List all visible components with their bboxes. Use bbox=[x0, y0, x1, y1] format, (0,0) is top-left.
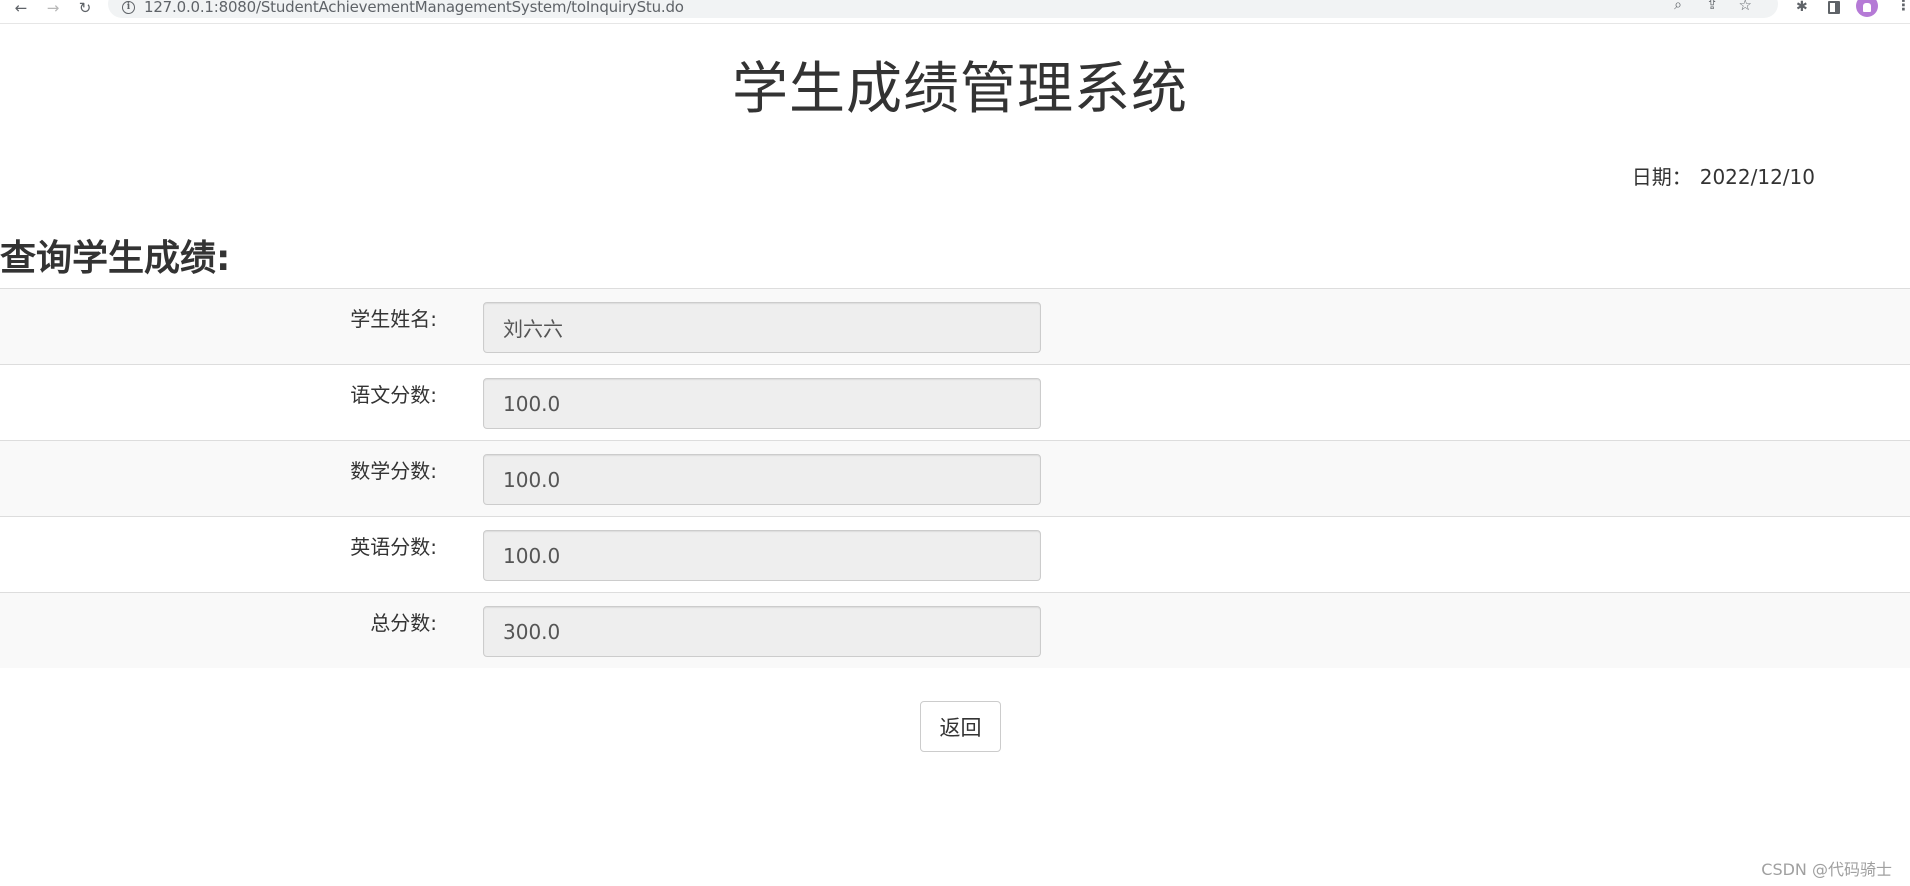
info-icon[interactable]: i bbox=[122, 1, 135, 14]
profile-avatar[interactable] bbox=[1856, 0, 1878, 17]
student-name-label: 学生姓名: bbox=[350, 307, 437, 331]
english-score-field[interactable] bbox=[483, 530, 1041, 581]
star-icon[interactable]: ☆ bbox=[1739, 0, 1752, 13]
page-title: 学生成绩管理系统 bbox=[732, 57, 1188, 122]
math-score-field[interactable] bbox=[483, 454, 1041, 505]
total-score-field[interactable] bbox=[483, 606, 1041, 657]
date-display: 日期： 2022/12/10 bbox=[1632, 161, 1815, 190]
form-row-total-score: 总分数: bbox=[0, 592, 1910, 668]
menu-icon[interactable]: ⋮ bbox=[1896, 0, 1910, 13]
share-icon[interactable]: ⇪ bbox=[1706, 0, 1718, 12]
browser-toolbar: ← → ↻ i 127.0.0.1:8080/StudentAchievemen… bbox=[0, 0, 1910, 24]
student-name-field[interactable] bbox=[483, 302, 1041, 353]
forward-arrow-icon[interactable]: → bbox=[42, 0, 64, 16]
extensions-icon[interactable]: ✱ bbox=[1796, 0, 1808, 14]
date-label: 日期： bbox=[1631, 165, 1692, 189]
reload-icon[interactable]: ↻ bbox=[74, 0, 96, 16]
form-row-student-name: 学生姓名: bbox=[0, 288, 1910, 364]
csdn-watermark: CSDN @代码骑士 bbox=[1761, 860, 1892, 879]
url-text[interactable]: 127.0.0.1:8080/StudentAchievementManagem… bbox=[144, 0, 684, 16]
date-value: 2022/12/10 bbox=[1699, 165, 1815, 189]
form-row-english-score: 英语分数: bbox=[0, 516, 1910, 592]
form-row-math-score: 数学分数: bbox=[0, 440, 1910, 516]
total-score-label: 总分数: bbox=[370, 611, 437, 635]
back-arrow-icon[interactable]: ← bbox=[10, 0, 32, 16]
score-form-table: 学生姓名: 语文分数: 数学分数: 英语分数: 总分数: bbox=[0, 288, 1910, 668]
back-button[interactable]: 返回 bbox=[920, 701, 1001, 752]
section-title: 查询学生成绩: bbox=[0, 238, 231, 279]
side-panel-icon[interactable] bbox=[1828, 1, 1840, 14]
chinese-score-label: 语文分数: bbox=[350, 383, 437, 407]
address-bar[interactable]: i 127.0.0.1:8080/StudentAchievementManag… bbox=[108, 0, 1778, 18]
english-score-label: 英语分数: bbox=[350, 535, 437, 559]
math-score-label: 数学分数: bbox=[350, 459, 437, 483]
chinese-score-field[interactable] bbox=[483, 378, 1041, 429]
form-row-chinese-score: 语文分数: bbox=[0, 364, 1910, 440]
zoom-icon[interactable]: ⌕ bbox=[1674, 0, 1682, 12]
